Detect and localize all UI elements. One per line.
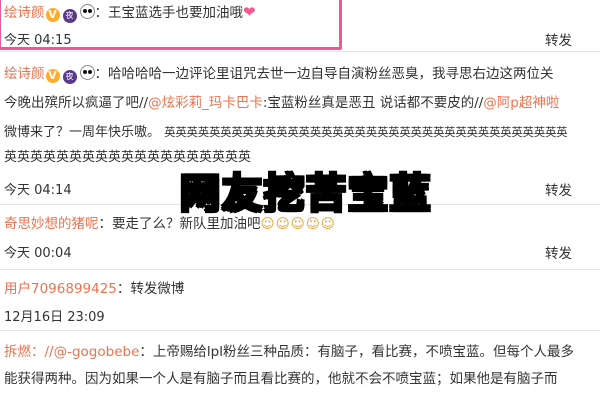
comment-text: ：哈哈哈哈一边评论里诅咒去世一边自导自演粉丝恶臭，我寻思右边这两位关	[94, 66, 554, 82]
comment-time: 今天 00:04	[4, 246, 72, 261]
verified-badge-icon: V	[45, 69, 60, 83]
mention-link[interactable]: @炫彩莉_玛卡巴卡	[148, 95, 263, 111]
repeated-text: 英英英英英英英英英英英英英英英英英英英英英英英英英英英英英英英英英英英英	[164, 125, 568, 139]
panda-emoji-icon	[79, 65, 95, 80]
comment-text-line: 拆燃：//@-gogobebe：上帝赐给lpl粉丝三种品质：有脑子，看比赛，不喷…	[4, 342, 574, 362]
comment-item: 拆燃：//@-gogobebe：上帝赐给lpl粉丝三种品质：有脑子，看比赛，不喷…	[0, 332, 600, 400]
mention-link[interactable]: @阿p超神啦	[483, 95, 559, 111]
panda-emoji-icon	[79, 4, 95, 19]
comment-text-line: 英英英英英英英英英英英英英英英英英英英	[4, 147, 251, 168]
mention-link[interactable]: ：//@-gogobebe	[31, 344, 139, 360]
comment-username[interactable]: 用户7096899425	[4, 281, 117, 297]
repeated-text: 英英英英英英英英英英英英英英英英英英英	[4, 150, 252, 165]
comment-text-line: 能获得两种。因为如果一个人是有脑子而且看比赛的，他就不会不喷宝蓝；如果他是有脑子…	[4, 369, 558, 389]
comment-text: ：转发微博	[116, 281, 185, 297]
comment-time: 今天 04:15	[4, 33, 72, 48]
laughing-emoji-icon: ☺☺☺☺☺	[260, 216, 336, 232]
member-badge-icon: 夜	[62, 9, 77, 23]
comment-text-line: 绘诗颜 V 夜 ：王宝蓝选手也要加油哦❤	[4, 2, 256, 23]
comment-text-line: 微博来了？一周年快乐嗷。 英英英英英英英英英英英英英英英英英英英英英英英英英英英…	[4, 122, 568, 143]
comment-text-line: 今晚出殡所以疯逼了吧//@炫彩莉_玛卡巴卡:宝蓝粉丝真是恶丑 说话都不要皮的//…	[4, 93, 559, 113]
comment-text: ：上帝赐给lpl粉丝三种品质：有脑子，看比赛，不喷宝蓝。但每个人最多	[139, 344, 574, 360]
repost-button[interactable]: 转发	[545, 242, 572, 262]
repost-button[interactable]: 转发	[545, 179, 572, 199]
comment-item: 绘诗颜 V 夜 ：王宝蓝选手也要加油哦❤ 今天 04:15 转发	[0, 0, 600, 52]
comment-username[interactable]: 绘诗颜	[4, 5, 45, 21]
comment-text: 能获得两种。因为如果一个人是有脑子而且看比赛的，他就不会不喷宝蓝；如果他是有脑子…	[4, 371, 558, 387]
comment-text: 今晚出殡所以疯逼了吧//	[4, 95, 149, 111]
comment-text-line: 用户7096899425：转发微博	[4, 279, 184, 299]
member-badge-icon: 夜	[62, 70, 77, 84]
comment-username[interactable]: 绘诗颜	[4, 66, 45, 82]
comment-text-line: 绘诗颜 V 夜 ：哈哈哈哈一边评论里诅咒去世一边自导自演粉丝恶臭，我寻思右边这两位关	[4, 64, 554, 84]
comment-username[interactable]: 奇思妙想的猪呢	[4, 216, 99, 232]
verified-badge-icon: V	[45, 8, 60, 22]
comment-text: ：要走了么？新队里加油吧	[98, 216, 261, 232]
comment-text: 微博来了？一周年快乐嗷。	[4, 125, 161, 140]
repost-button[interactable]: 转发	[545, 29, 572, 49]
overlay-caption: 网友挖苦宝蓝	[179, 170, 432, 218]
comment-text: :宝蓝粉丝真是恶丑 说话都不要皮的//	[262, 95, 484, 111]
comment-time: 12月16日 23:09	[4, 310, 105, 325]
heart-emoji-icon: ❤	[243, 3, 256, 21]
comment-text: ：王宝蓝选手也要加油哦	[94, 5, 244, 21]
comment-item: 用户7096899425：转发微博 12月16日 23:09	[0, 271, 600, 331]
comment-time: 今天 04:14	[4, 183, 72, 198]
comment-username[interactable]: 拆燃	[4, 344, 31, 360]
